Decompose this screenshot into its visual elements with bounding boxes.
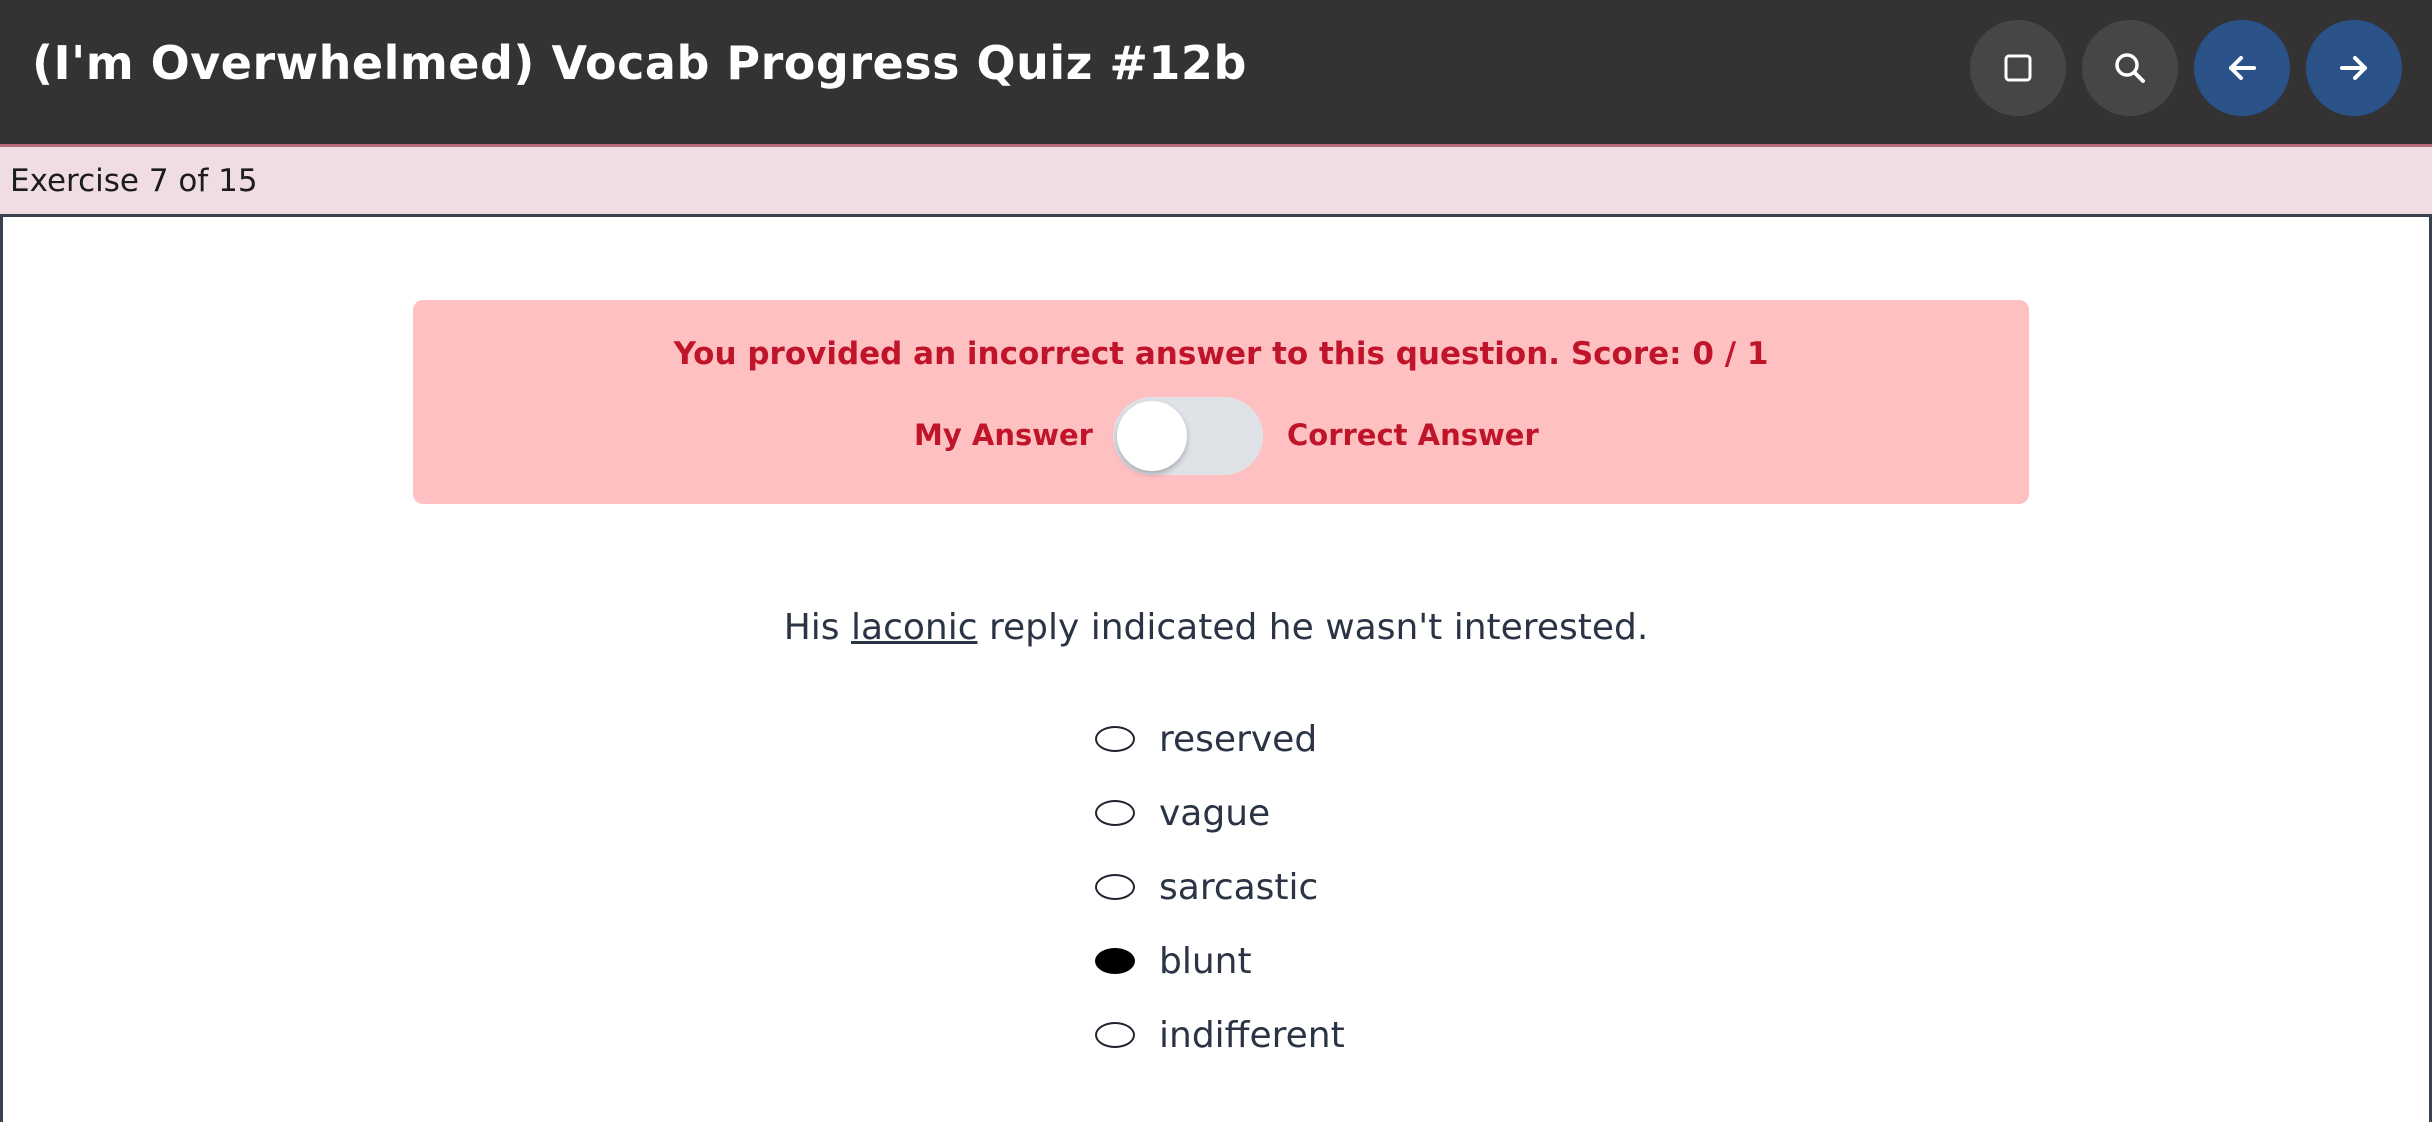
radio-button-selected[interactable] xyxy=(1095,948,1135,974)
option-label: vague xyxy=(1159,792,1271,834)
radio-button[interactable] xyxy=(1095,726,1135,752)
option-indifferent[interactable]: indifferent xyxy=(1095,998,1345,1072)
radio-button[interactable] xyxy=(1095,1022,1135,1048)
option-label: indifferent xyxy=(1159,1014,1345,1056)
question-prefix: His xyxy=(783,607,851,648)
fullscreen-button[interactable] xyxy=(1970,20,2066,116)
previous-button[interactable] xyxy=(2194,20,2290,116)
radio-button[interactable] xyxy=(1095,800,1135,826)
toggle-knob xyxy=(1117,401,1187,471)
progress-bar: Exercise 7 of 15 xyxy=(0,147,2432,217)
correct-answer-label[interactable]: Correct Answer xyxy=(1287,418,1539,452)
exercise-counter: Exercise 7 of 15 xyxy=(10,163,258,199)
question-term: laconic xyxy=(851,607,978,648)
next-button[interactable] xyxy=(2306,20,2402,116)
answer-options: reserved vague sarcastic blunt indiffere… xyxy=(1095,702,1345,1072)
radio-button[interactable] xyxy=(1095,874,1135,900)
option-blunt[interactable]: blunt xyxy=(1095,924,1345,998)
search-button[interactable] xyxy=(2082,20,2178,116)
feedback-banner: You provided an incorrect answer to this… xyxy=(413,300,2029,504)
square-icon xyxy=(2004,54,2032,82)
question-suffix: reply indicated he wasn't interested. xyxy=(977,607,1649,648)
my-answer-label[interactable]: My Answer xyxy=(914,418,1093,452)
question-text: His laconic reply indicated he wasn't in… xyxy=(3,607,2429,648)
option-label: reserved xyxy=(1159,718,1318,760)
quiz-title: (I'm Overwhelmed) Vocab Progress Quiz #1… xyxy=(32,36,1247,90)
option-vague[interactable]: vague xyxy=(1095,776,1345,850)
arrow-left-icon xyxy=(2229,56,2256,80)
answer-toggle-switch[interactable] xyxy=(1113,397,1263,475)
exercise-panel: You provided an incorrect answer to this… xyxy=(0,217,2432,1122)
arrow-right-icon xyxy=(2340,56,2367,80)
search-icon xyxy=(2115,53,2145,83)
option-label: sarcastic xyxy=(1159,866,1319,908)
option-label: blunt xyxy=(1159,940,1252,982)
answer-toggle-row: My Answer Correct Answer xyxy=(413,396,2029,476)
feedback-message: You provided an incorrect answer to this… xyxy=(673,336,1769,372)
option-sarcastic[interactable]: sarcastic xyxy=(1095,850,1345,924)
header-bar: (I'm Overwhelmed) Vocab Progress Quiz #1… xyxy=(0,0,2432,147)
option-reserved[interactable]: reserved xyxy=(1095,702,1345,776)
